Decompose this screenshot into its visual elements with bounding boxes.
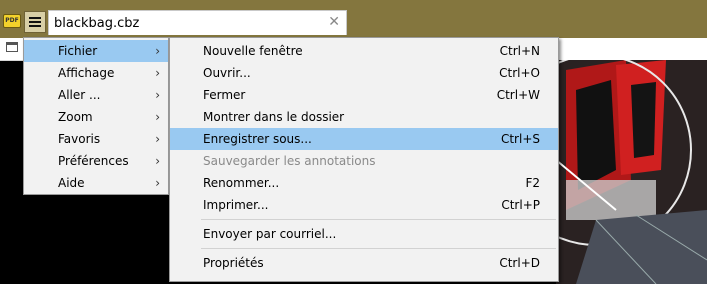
folder-icon[interactable]: [6, 42, 18, 52]
menu-item-label: Aide: [58, 176, 85, 190]
hamburger-menu-button[interactable]: [24, 11, 46, 33]
main-menu: Fichier › Affichage › Aller ... › Zoom ›…: [23, 37, 169, 195]
menu-item-favoris[interactable]: Favoris ›: [24, 128, 168, 150]
menu-item-label: Enregistrer sous...: [203, 132, 312, 146]
menu-item-label: Favoris: [58, 132, 101, 146]
chevron-right-icon: ›: [155, 44, 160, 58]
menu-item-montrer-dossier[interactable]: Montrer dans le dossier: [170, 106, 558, 128]
menu-item-label: Montrer dans le dossier: [203, 110, 345, 124]
menu-item-fichier[interactable]: Fichier ›: [24, 40, 168, 62]
menu-item-label: Nouvelle fenêtre: [203, 44, 303, 58]
menu-item-shortcut: Ctrl+O: [499, 66, 540, 80]
menu-item-zoom[interactable]: Zoom ›: [24, 106, 168, 128]
menu-item-label: Préférences: [58, 154, 129, 168]
menu-item-proprietes[interactable]: Propriétés Ctrl+D: [170, 252, 558, 274]
menu-item-shortcut: Ctrl+W: [496, 88, 540, 102]
chevron-right-icon: ›: [155, 88, 160, 102]
menu-item-label: Zoom: [58, 110, 93, 124]
menu-item-label: Envoyer par courriel...: [203, 227, 337, 241]
menu-item-sauvegarder-annotations: Sauvegarder les annotations: [170, 150, 558, 172]
chevron-right-icon: ›: [155, 110, 160, 124]
chevron-right-icon: ›: [155, 154, 160, 168]
comic-artwork: [556, 60, 707, 284]
document-tab[interactable]: blackbag.cbz ✕: [48, 10, 347, 35]
menu-item-imprimer[interactable]: Imprimer... Ctrl+P: [170, 194, 558, 216]
menu-item-label: Renommer...: [203, 176, 280, 190]
pdf-app-icon: PDF: [3, 14, 21, 28]
menu-item-shortcut: F2: [525, 176, 540, 190]
menu-item-label: Imprimer...: [203, 198, 269, 212]
file-submenu: Nouvelle fenêtre Ctrl+N Ouvrir... Ctrl+O…: [169, 37, 559, 282]
menu-item-fermer[interactable]: Fermer Ctrl+W: [170, 84, 558, 106]
menu-item-nouvelle-fenetre[interactable]: Nouvelle fenêtre Ctrl+N: [170, 40, 558, 62]
chevron-right-icon: ›: [155, 176, 160, 190]
menu-item-enregistrer-sous[interactable]: Enregistrer sous... Ctrl+S: [170, 128, 558, 150]
menu-separator: [201, 219, 556, 220]
menu-item-shortcut: Ctrl+P: [501, 198, 540, 212]
hamburger-icon-bar: [29, 21, 41, 23]
title-bar: PDF blackbag.cbz ✕: [0, 0, 707, 38]
menu-item-label: Sauvegarder les annotations: [203, 154, 376, 168]
hamburger-icon-bar: [29, 25, 41, 27]
chevron-right-icon: ›: [155, 132, 160, 146]
menu-separator: [201, 248, 556, 249]
menu-item-label: Propriétés: [203, 256, 264, 270]
menu-item-label: Fermer: [203, 88, 246, 102]
menu-item-label: Fichier: [58, 44, 98, 58]
menu-item-envoyer-courriel[interactable]: Envoyer par courriel...: [170, 223, 558, 245]
menu-item-affichage[interactable]: Affichage ›: [24, 62, 168, 84]
menu-item-renommer[interactable]: Renommer... F2: [170, 172, 558, 194]
menu-item-shortcut: Ctrl+D: [499, 256, 540, 270]
tab-title: blackbag.cbz: [54, 16, 140, 31]
menu-item-aide[interactable]: Aide ›: [24, 172, 168, 194]
comic-page-view: [556, 60, 707, 284]
close-icon[interactable]: ✕: [328, 14, 340, 30]
chevron-right-icon: ›: [155, 66, 160, 80]
menu-item-shortcut: Ctrl+N: [499, 44, 540, 58]
menu-item-aller[interactable]: Aller ... ›: [24, 84, 168, 106]
menu-item-label: Aller ...: [58, 88, 101, 102]
menu-item-label: Affichage: [58, 66, 115, 80]
menu-item-label: Ouvrir...: [203, 66, 251, 80]
menu-item-ouvrir[interactable]: Ouvrir... Ctrl+O: [170, 62, 558, 84]
menu-item-preferences[interactable]: Préférences ›: [24, 150, 168, 172]
menu-item-shortcut: Ctrl+S: [500, 132, 540, 146]
hamburger-icon: [29, 17, 41, 19]
